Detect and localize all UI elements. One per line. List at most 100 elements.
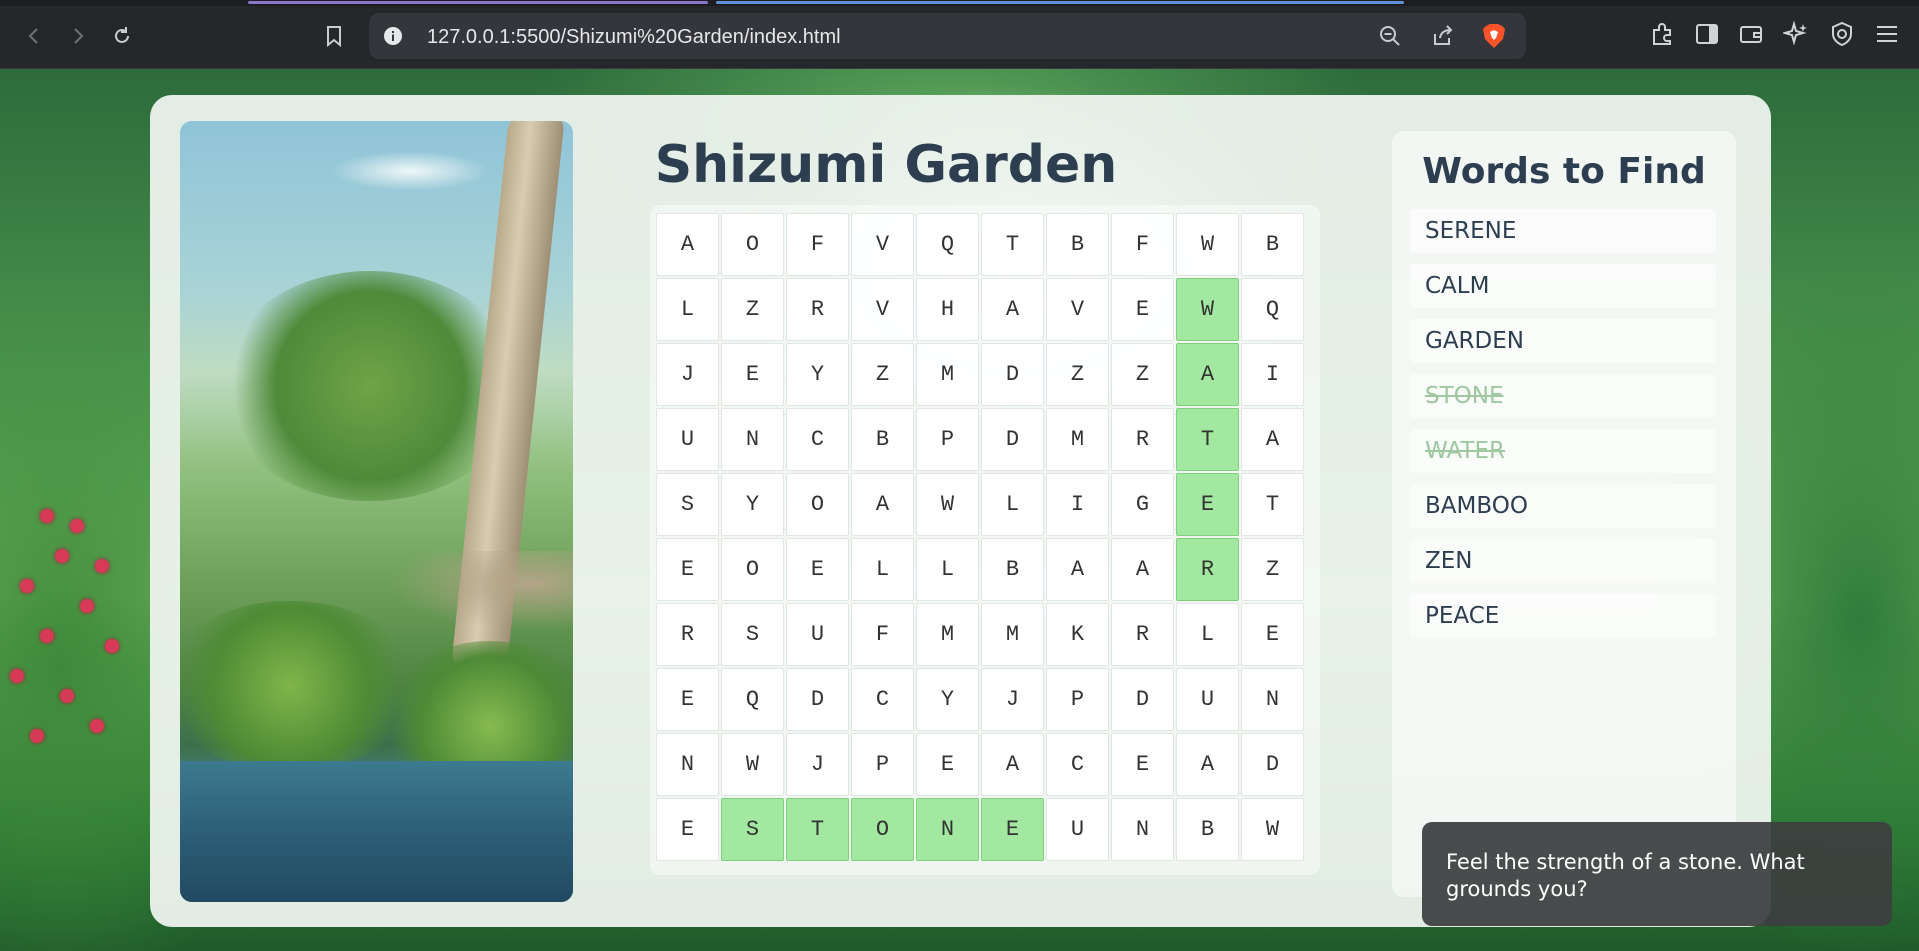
grid-cell[interactable]: I xyxy=(1241,343,1304,406)
grid-cell[interactable]: E xyxy=(656,798,719,861)
tab-indicator[interactable] xyxy=(248,1,708,4)
grid-cell[interactable]: A xyxy=(851,473,914,536)
grid-cell[interactable]: A xyxy=(656,213,719,276)
grid-cell[interactable]: M xyxy=(1046,408,1109,471)
grid-cell[interactable]: E xyxy=(786,538,849,601)
tab-indicator-active[interactable] xyxy=(716,1,1404,4)
grid-cell[interactable]: O xyxy=(851,798,914,861)
grid-cell[interactable]: Z xyxy=(721,278,784,341)
grid-cell[interactable]: V xyxy=(1046,278,1109,341)
grid-cell[interactable]: W xyxy=(1176,213,1239,276)
grid-cell[interactable]: C xyxy=(1046,733,1109,796)
grid-cell[interactable]: S xyxy=(721,603,784,666)
grid-cell[interactable]: N xyxy=(721,408,784,471)
zoom-out-icon[interactable] xyxy=(1378,24,1402,53)
grid-cell[interactable]: S xyxy=(656,473,719,536)
grid-cell[interactable]: J xyxy=(981,668,1044,731)
grid-cell[interactable]: T xyxy=(981,213,1044,276)
back-icon[interactable] xyxy=(18,20,50,52)
grid-cell[interactable]: M xyxy=(916,343,979,406)
share-icon[interactable] xyxy=(1431,24,1455,53)
grid-cell[interactable]: A xyxy=(981,733,1044,796)
info-icon[interactable] xyxy=(383,26,403,51)
url-text[interactable]: 127.0.0.1:5500/Shizumi%20Garden/index.ht… xyxy=(427,26,841,49)
grid-cell[interactable]: E xyxy=(916,733,979,796)
bookmark-icon[interactable] xyxy=(318,20,350,52)
grid-cell[interactable]: A xyxy=(1111,538,1174,601)
grid-cell[interactable]: D xyxy=(786,668,849,731)
grid-cell[interactable]: E xyxy=(1176,473,1239,536)
grid-cell[interactable]: Z xyxy=(1111,343,1174,406)
grid-cell[interactable]: V xyxy=(851,213,914,276)
grid-cell[interactable]: E xyxy=(981,798,1044,861)
grid-cell[interactable]: Y xyxy=(786,343,849,406)
grid-cell[interactable]: R xyxy=(656,603,719,666)
brave-shield-icon[interactable] xyxy=(1482,23,1506,54)
grid-cell[interactable]: N xyxy=(916,798,979,861)
grid-cell[interactable]: B xyxy=(1176,798,1239,861)
grid-cell[interactable]: E xyxy=(656,668,719,731)
grid-cell[interactable]: Z xyxy=(851,343,914,406)
grid-cell[interactable]: O xyxy=(786,473,849,536)
grid-cell[interactable]: D xyxy=(1111,668,1174,731)
grid-cell[interactable]: R xyxy=(786,278,849,341)
sidebar-icon[interactable] xyxy=(1694,21,1720,52)
grid-cell[interactable]: F xyxy=(851,603,914,666)
grid-cell[interactable]: A xyxy=(981,278,1044,341)
grid-cell[interactable]: T xyxy=(786,798,849,861)
grid-cell[interactable]: Q xyxy=(916,213,979,276)
grid-cell[interactable]: S xyxy=(721,798,784,861)
grid-cell[interactable]: P xyxy=(851,733,914,796)
grid-cell[interactable]: Y xyxy=(721,473,784,536)
grid-cell[interactable]: E xyxy=(1111,733,1174,796)
grid-cell[interactable]: W xyxy=(1176,278,1239,341)
grid-cell[interactable]: B xyxy=(1241,213,1304,276)
grid-cell[interactable]: D xyxy=(1241,733,1304,796)
grid-cell[interactable]: Z xyxy=(1046,343,1109,406)
grid-cell[interactable]: O xyxy=(721,538,784,601)
grid-cell[interactable]: D xyxy=(981,343,1044,406)
grid-cell[interactable]: J xyxy=(656,343,719,406)
grid-cell[interactable]: T xyxy=(1176,408,1239,471)
grid-cell[interactable]: Q xyxy=(721,668,784,731)
grid-cell[interactable]: W xyxy=(721,733,784,796)
grid-cell[interactable]: Y xyxy=(916,668,979,731)
address-bar[interactable]: 127.0.0.1:5500/Shizumi%20Garden/index.ht… xyxy=(369,13,1526,59)
grid-cell[interactable]: U xyxy=(1176,668,1239,731)
grid-cell[interactable]: W xyxy=(916,473,979,536)
grid-cell[interactable]: A xyxy=(1176,343,1239,406)
grid-cell[interactable]: R xyxy=(1111,603,1174,666)
grid-cell[interactable]: G xyxy=(1111,473,1174,536)
grid-cell[interactable]: E xyxy=(721,343,784,406)
grid-cell[interactable]: N xyxy=(656,733,719,796)
grid-cell[interactable]: N xyxy=(1241,668,1304,731)
menu-icon[interactable] xyxy=(1874,21,1900,52)
grid-cell[interactable]: O xyxy=(721,213,784,276)
grid-cell[interactable]: T xyxy=(1241,473,1304,536)
grid-cell[interactable]: A xyxy=(1241,408,1304,471)
grid-cell[interactable]: E xyxy=(1241,603,1304,666)
reload-icon[interactable] xyxy=(106,20,138,52)
grid-cell[interactable]: F xyxy=(1111,213,1174,276)
grid-cell[interactable]: L xyxy=(851,538,914,601)
grid-cell[interactable]: I xyxy=(1046,473,1109,536)
wallet-icon[interactable] xyxy=(1738,21,1764,52)
grid-cell[interactable]: U xyxy=(1046,798,1109,861)
grid-cell[interactable]: L xyxy=(656,278,719,341)
grid-cell[interactable]: Z xyxy=(1241,538,1304,601)
grid-cell[interactable]: B xyxy=(1046,213,1109,276)
grid-cell[interactable]: J xyxy=(786,733,849,796)
grid-cell[interactable]: L xyxy=(916,538,979,601)
grid-cell[interactable]: C xyxy=(851,668,914,731)
grid-cell[interactable]: B xyxy=(981,538,1044,601)
grid-cell[interactable]: E xyxy=(656,538,719,601)
grid-cell[interactable]: P xyxy=(1046,668,1109,731)
grid-cell[interactable]: W xyxy=(1241,798,1304,861)
grid-cell[interactable]: K xyxy=(1046,603,1109,666)
grid-cell[interactable]: V xyxy=(851,278,914,341)
extensions-icon[interactable] xyxy=(1649,21,1675,52)
grid-cell[interactable]: B xyxy=(851,408,914,471)
grid-cell[interactable]: R xyxy=(1176,538,1239,601)
grid-cell[interactable]: L xyxy=(981,473,1044,536)
grid-cell[interactable]: R xyxy=(1111,408,1174,471)
